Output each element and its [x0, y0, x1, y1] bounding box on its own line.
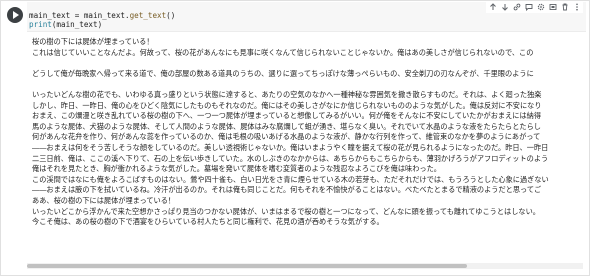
mirror-cell-icon[interactable]	[548, 2, 557, 12]
output-line: いったいどんな樹の花でも、いわゆる真っ盛りという状態に達すると、あたりの空気のな…	[32, 90, 542, 99]
output-line: 何があんな花弁を作り、何があんな蕊を作っているのか、俺は毛根の吸いあげる水晶のよ…	[32, 132, 541, 142]
cell-output: 桜の樹の下には屍体が埋まっている！ これは信じていいことなんだよ。何故って、桜の花…	[27, 37, 586, 273]
output-line: 今こそ俺は、あの桜の樹の下で酒宴をひらいている村人たちと同じ権利で、花見の酒が呑…	[32, 217, 384, 227]
output-line: 馬のような屍体、犬猫のような屍体、そして人間のような屍体、屍体はみな腐爛して蛆が…	[32, 121, 541, 131]
output-line: しかし、昨日、一昨日、俺の心をひどく陰気にしたものもそれなのだ。俺にはその美しさ…	[32, 100, 542, 110]
play-icon	[13, 11, 19, 19]
output-line: ――おまえは腋の下を拭いているね。冷汗が出るのか。それは俺も同じことだ。何もそれ…	[32, 185, 542, 195]
run-cell-button[interactable]	[7, 7, 23, 23]
code-cell: main_text = main_text.get_text() print(m…	[0, 0, 590, 276]
output-line: 俺はそれを見たとき、胸が衝かれるような気がした。墓場を発いて屍体を嗜む変質者のよ…	[32, 164, 441, 174]
output-line: いったいどこから浮かんで来た空想かさっぱり見当のつかない屍体が、いまはまるで桜の…	[32, 206, 540, 216]
more-options-icon[interactable]	[572, 2, 581, 12]
output-line: おまえ、この爛漫と咲き乱れている桜の樹の下へ、一つ一つ屍体が埋まっていると想像し…	[32, 111, 542, 121]
delete-icon[interactable]	[560, 2, 569, 12]
cell-toolbar	[486, 1, 583, 13]
scrollbar-thumb[interactable]	[27, 264, 467, 268]
settings-icon[interactable]	[536, 2, 545, 12]
output-line: ――おまえは何をそう苦しそうな顔をしているのだ。美しい透視術じゃないか。俺はいま…	[32, 143, 549, 152]
output-line: これは信じていいことなんだよ。何故って、桜の花があんなにも見事に咲くなんて信じら…	[32, 47, 534, 57]
horizontal-scrollbar[interactable]	[27, 263, 583, 269]
output-line: この渓間ではなにも俺をよろこばすものはない。鶯や四十雀も、白い日光をさ青に煙らせ…	[32, 174, 549, 184]
link-icon[interactable]	[512, 2, 521, 12]
output-line: 二三日前、俺は、ここの溪へ下りて、石の上を伝い歩きしていた。水のしぶきのなかから…	[32, 153, 549, 163]
move-cell-up-icon[interactable]	[488, 2, 497, 12]
output-line: ああ、桜の樹の下には屍体が埋まっている！	[32, 196, 176, 205]
output-line: どうして俺が毎晩家へ帰って来る道で、俺の部屋の数ある道具のうちの、選りに選ってち…	[32, 68, 534, 78]
output-line: 桜の樹の下には屍体が埋まっている！	[32, 37, 154, 46]
comment-icon[interactable]	[524, 2, 533, 12]
move-cell-down-icon[interactable]	[500, 2, 509, 12]
code-line-1: main_text = main_text.get_text()	[29, 11, 176, 20]
code-line-2: print(main_text)	[29, 20, 103, 29]
